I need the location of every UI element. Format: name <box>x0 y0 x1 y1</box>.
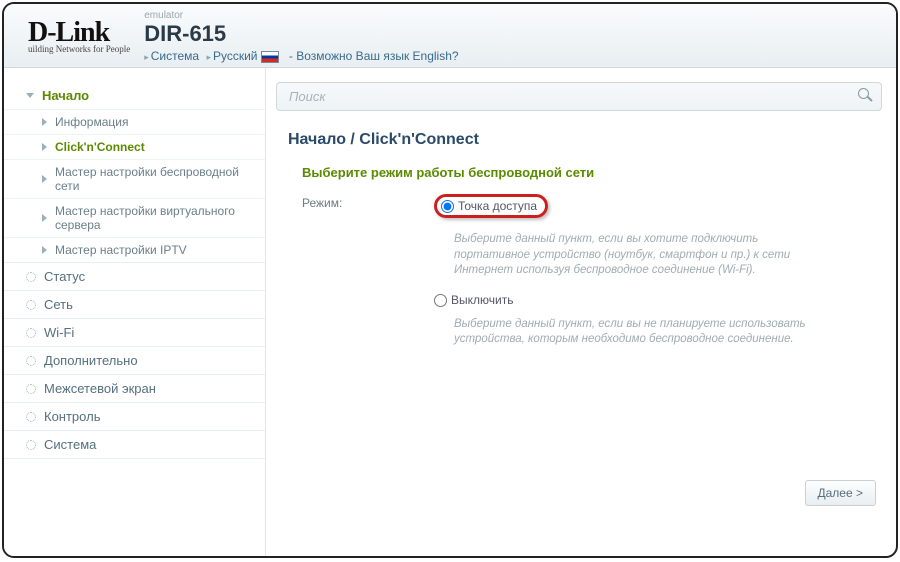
flag-ru-icon <box>261 51 279 63</box>
chevron-right-icon <box>42 175 47 183</box>
sidebar-item-label: Дополнительно <box>44 353 138 368</box>
emulator-label: emulator <box>144 10 458 21</box>
sidebar-item-label: Контроль <box>44 409 100 424</box>
search-icon[interactable] <box>857 87 873 103</box>
search-box[interactable]: Поиск <box>276 82 882 111</box>
sidebar-item-статус[interactable]: Статус <box>4 263 265 291</box>
sidebar-item-label: Межсетевой экран <box>44 381 156 396</box>
mode-option-0: Точка доступа <box>434 194 548 218</box>
sidebar-subitem-label: Информация <box>55 115 128 129</box>
chevron-right-icon <box>42 143 47 151</box>
language-prompt-link[interactable]: - Возможно Ваш язык English? <box>289 49 459 63</box>
header: D-Linkuilding Networks for People emulat… <box>4 4 896 68</box>
sidebar-subitem-click-n-connect[interactable]: Click'n'Connect <box>4 134 265 159</box>
next-button[interactable]: Далее > <box>805 480 877 506</box>
mode-radio-label[interactable]: Выключить <box>451 293 513 307</box>
gear-icon <box>26 328 36 338</box>
sidebar-item-label: Статус <box>44 269 85 284</box>
model-name: DIR-615 <box>144 21 458 47</box>
chevron-right-icon <box>42 214 47 222</box>
sidebar-subitem-мастер-настройки-беспроводной-сети[interactable]: Мастер настройки беспроводной сети <box>4 159 265 198</box>
header-subline: ▸Система ▸Русский - Возможно Ваш язык En… <box>144 49 458 63</box>
chevron-down-icon <box>26 93 34 98</box>
sidebar-item-label: Начало <box>42 88 89 103</box>
sidebar-item-wi-fi[interactable]: Wi-Fi <box>4 319 265 347</box>
sidebar-item-label: Система <box>44 437 96 452</box>
chevron-right-icon <box>42 118 47 126</box>
mode-radio-0[interactable] <box>441 200 454 213</box>
sidebar-item-дополнительно[interactable]: Дополнительно <box>4 347 265 375</box>
sidebar: Начало Информация Click'n'Connect Мастер на… <box>4 68 266 558</box>
header-info: emulator DIR-615 ▸Система ▸Русский - Воз… <box>144 10 458 63</box>
sidebar-subitem-label: Мастер настройки виртуального сервера <box>55 204 255 232</box>
gear-icon <box>26 384 36 394</box>
section-title: Выберите режим работы беспроводной сети <box>302 165 882 180</box>
sidebar-item-сеть[interactable]: Сеть <box>4 291 265 319</box>
main-content: Поиск Начало / Click'n'Connect Выберите … <box>266 68 896 558</box>
sidebar-subitem-мастер-настройки-iptv[interactable]: Мастер настройки IPTV <box>4 237 265 262</box>
mode-radio-label[interactable]: Точка доступа <box>458 199 537 213</box>
system-link[interactable]: Система <box>151 49 199 63</box>
mode-label: Режим: <box>302 194 434 362</box>
sidebar-subitem-label: Мастер настройки беспроводной сети <box>55 165 255 193</box>
mode-option-desc-1: Выберите данный пункт, если вы не планир… <box>454 317 834 348</box>
gear-icon <box>26 412 36 422</box>
sidebar-item-система[interactable]: Система <box>4 431 265 459</box>
gear-icon <box>26 300 36 310</box>
chevron-right-icon <box>42 246 47 254</box>
gear-icon <box>26 440 36 450</box>
breadcrumb: Начало / Click'n'Connect <box>288 131 882 149</box>
sidebar-subitem-label: Click'n'Connect <box>55 140 145 154</box>
mode-option-desc-0: Выберите данный пункт, если вы хотите по… <box>454 232 834 279</box>
mode-radio-1[interactable] <box>434 294 447 307</box>
sidebar-subitem-информация[interactable]: Информация <box>4 109 265 134</box>
search-placeholder: Поиск <box>289 89 326 104</box>
sidebar-item-межсетевой-экран[interactable]: Межсетевой экран <box>4 375 265 403</box>
brand-logo: D-Linkuilding Networks for People <box>28 20 130 53</box>
sidebar-subitem-label: Мастер настройки IPTV <box>55 243 187 257</box>
language-link[interactable]: Русский <box>213 49 258 63</box>
gear-icon <box>26 356 36 366</box>
sidebar-subitem-мастер-настройки-виртуального-сервера[interactable]: Мастер настройки виртуального сервера <box>4 198 265 237</box>
sidebar-item-начало[interactable]: Начало Информация Click'n'Connect Мастер на… <box>4 82 265 263</box>
gear-icon <box>26 272 36 282</box>
sidebar-item-контроль[interactable]: Контроль <box>4 403 265 431</box>
sidebar-item-label: Сеть <box>44 297 73 312</box>
sidebar-item-label: Wi-Fi <box>44 325 74 340</box>
mode-option-1: Выключить <box>434 293 882 307</box>
